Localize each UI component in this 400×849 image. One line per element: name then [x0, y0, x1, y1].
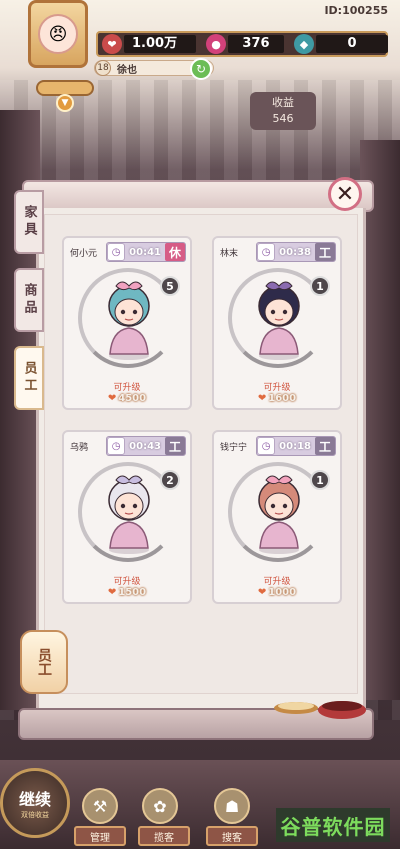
status-badge[interactable]: 工 [315, 243, 335, 261]
coin-value: 1.00万 [124, 35, 196, 53]
chevron-down-icon[interactable]: ▼ [56, 94, 74, 112]
player-level: 18 [95, 60, 111, 76]
coin-icon: ❤ [257, 393, 267, 404]
bowl-decoration [274, 701, 366, 719]
work-timer: ◷ 00:43 工 [106, 436, 186, 456]
timer-value: 00:38 [279, 246, 311, 258]
ticket-value: 0 [316, 35, 388, 53]
player-avatar[interactable]: 😠 [28, 0, 88, 68]
manage-icon[interactable]: ⚒ [82, 788, 118, 824]
staff-card[interactable]: 林末 ◷ 00:38 工 1 可升级 ❤ 1600 [212, 236, 342, 410]
player-name: 徐也 [117, 64, 137, 76]
scroll-menu[interactable]: ▼ [36, 72, 94, 112]
continue-sub-label: 双倍收益 [21, 811, 49, 819]
gem-icon: ● [206, 34, 226, 54]
status-badge[interactable]: 工 [315, 437, 335, 455]
upgrade-label: 可升级 [263, 577, 291, 587]
status-badge[interactable]: 工 [165, 437, 185, 455]
clock-icon: ◷ [257, 243, 276, 261]
lantern-label: 员工 [36, 648, 52, 676]
staff-level: 1 [310, 470, 330, 490]
tab-staff[interactable]: 员工 [14, 346, 44, 410]
continue-button[interactable]: 继续 双倍收益 [0, 768, 70, 838]
staff-name: 钱宁宁 [220, 443, 248, 453]
staff-name: 林末 [220, 249, 239, 259]
cost-value: 1600 [268, 393, 297, 404]
coin-icon: ❤ [257, 587, 267, 598]
work-timer: ◷ 00:38 工 [256, 242, 336, 262]
clock-icon: ◷ [107, 243, 126, 261]
character-portrait [258, 475, 300, 554]
staff-name: 乌鸦 [70, 443, 89, 453]
refresh-icon[interactable]: ↻ [190, 58, 212, 80]
cost-value: 4500 [118, 393, 147, 404]
staff-lantern: 员工 [20, 630, 68, 694]
upgrade-label: 可升级 [263, 383, 291, 393]
close-icon[interactable]: ✕ [328, 177, 362, 211]
resource-gem[interactable]: ● 376 [206, 34, 284, 54]
continue-label: 继续 [18, 790, 51, 809]
tab-goods[interactable]: 商品 [14, 268, 44, 332]
resource-coin[interactable]: ❤ 1.00万 [102, 34, 196, 54]
upgrade-label: 可升级 [113, 383, 141, 393]
search-guest-icon[interactable]: ☗ [214, 788, 250, 824]
work-timer: ◷ 00:41 休 [106, 242, 186, 262]
character-portrait [108, 475, 150, 554]
upgrade-cost[interactable]: ❤ 1000 [214, 587, 340, 598]
timer-value: 00:41 [129, 246, 161, 258]
character-portrait [108, 281, 150, 360]
timer-value: 00:43 [129, 440, 161, 452]
right-shelf [360, 140, 400, 700]
upgrade-cost[interactable]: ❤ 1500 [64, 587, 190, 598]
cost-value: 1500 [118, 587, 147, 598]
staff-card[interactable]: 钱宁宁 ◷ 00:18 工 1 可升级 ❤ 1000 [212, 430, 342, 604]
coin-icon: ❤ [107, 393, 117, 404]
resource-bar: ❤ 1.00万 ● 376 ◆ 0 [96, 31, 388, 57]
clock-icon: ◷ [107, 437, 126, 455]
character-portrait [258, 281, 300, 360]
income-value: 546 [272, 112, 294, 125]
upgrade-cost[interactable]: ❤ 1600 [214, 393, 340, 404]
coin-icon: ❤ [107, 587, 117, 598]
nav-search-guest[interactable]: 搜客 [206, 826, 258, 846]
player-id: ID:100255 [324, 4, 388, 17]
ticket-icon: ◆ [294, 34, 314, 54]
gem-value: 376 [228, 35, 284, 53]
upgrade-cost[interactable]: ❤ 4500 [64, 393, 190, 404]
cost-value: 1000 [268, 587, 297, 598]
staff-level: 1 [310, 276, 330, 296]
staff-level: 5 [160, 276, 180, 296]
resource-ticket[interactable]: ◆ 0 [294, 34, 388, 54]
nav-attract[interactable]: 揽客 [138, 826, 190, 846]
clock-icon: ◷ [257, 437, 276, 455]
income-badge[interactable]: 收益 546 [250, 92, 316, 130]
coin-icon: ❤ [102, 34, 122, 54]
staff-card[interactable]: 何小元 ◷ 00:41 休 5 可升级 ❤ 4500 [62, 236, 192, 410]
work-timer: ◷ 00:18 工 [256, 436, 336, 456]
nav-manage[interactable]: 管理 [74, 826, 126, 846]
timer-value: 00:18 [279, 440, 311, 452]
staff-card[interactable]: 乌鸦 ◷ 00:43 工 2 可升级 ❤ 1500 [62, 430, 192, 604]
watermark-logo: 谷普软件园 [276, 808, 390, 842]
attract-icon[interactable]: ✿ [142, 788, 178, 824]
staff-level: 2 [160, 470, 180, 490]
avatar-face-icon: 😠 [38, 14, 78, 54]
tab-furniture[interactable]: 家具 [14, 190, 44, 254]
income-label: 收益 [272, 96, 294, 109]
upgrade-label: 可升级 [113, 577, 141, 587]
staff-name: 何小元 [70, 249, 98, 259]
status-badge[interactable]: 休 [165, 243, 185, 261]
